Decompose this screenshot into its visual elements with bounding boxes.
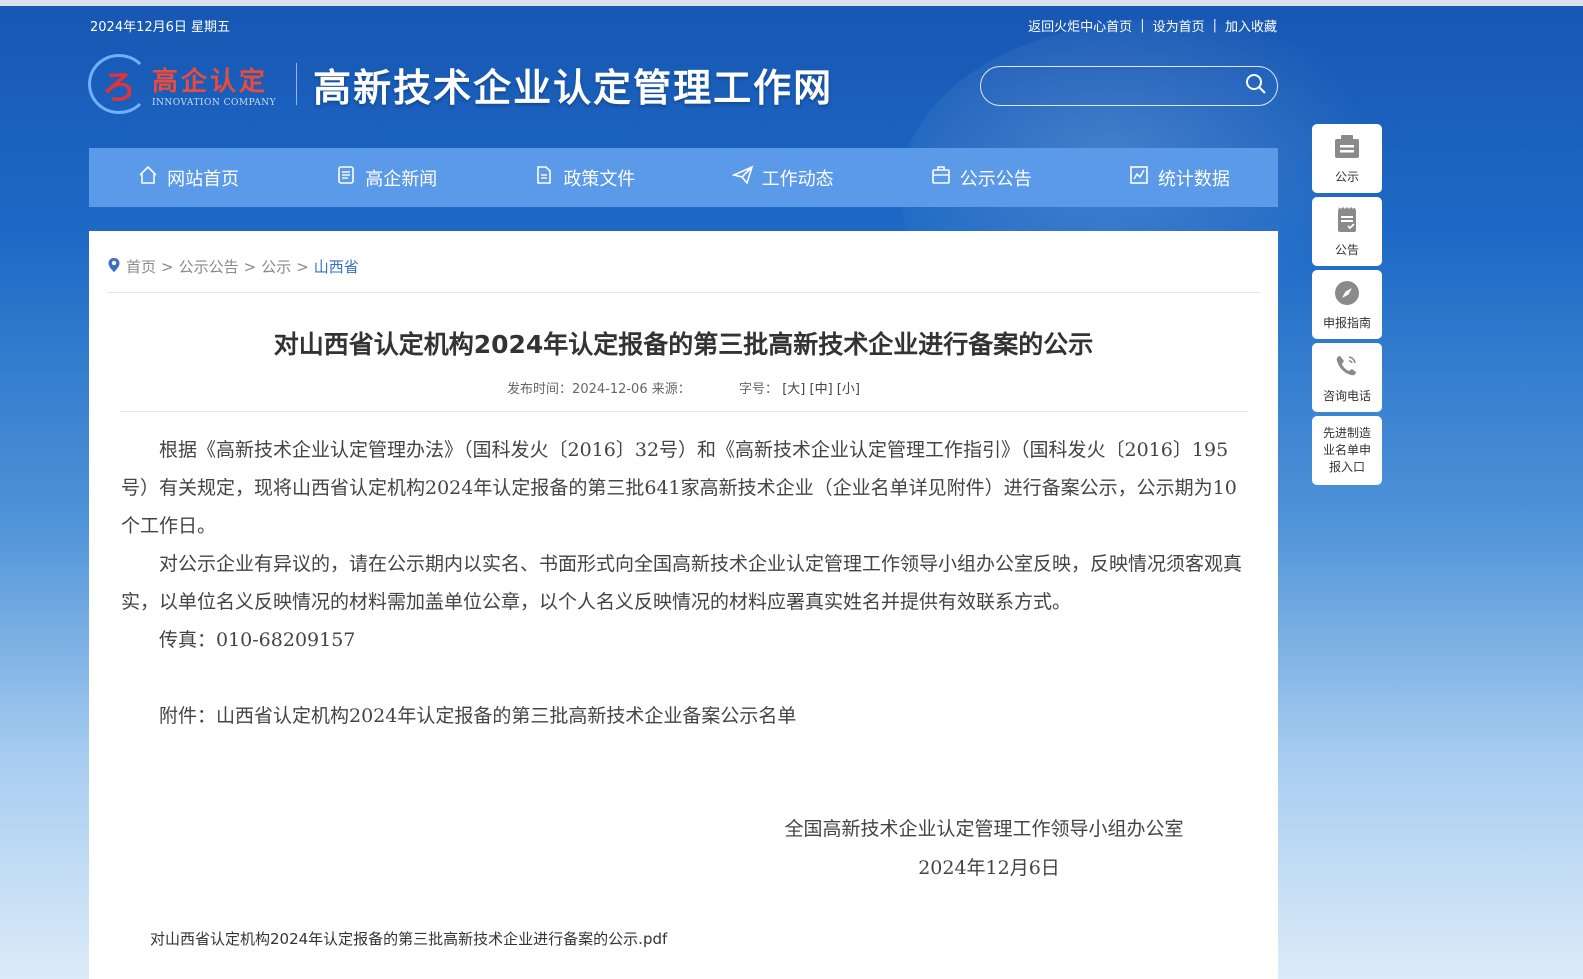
nav-item-label: 政策文件 [563,168,636,190]
source-label: 来源： [651,382,691,397]
link-separator: | [1140,18,1145,33]
search-input[interactable] [997,73,1237,99]
top-links: 返回火炬中心首页 | 设为首页 | 加入收藏 [1028,16,1277,35]
fax-number: 传真：010-68209157 [159,629,356,651]
compass-icon [1331,278,1363,314]
news-icon [335,164,357,191]
side-btn-hotline[interactable]: 咨询电话 [1312,343,1382,412]
article-title: 对山西省认定机构2024年认定报备的第三批高新技术企业进行备案的公示 [273,330,1094,359]
signature-block: 全国高新技术企业认定管理工作领导小组办公室 2024年12月6日 [764,810,1204,888]
publish-label: 发布时间： [507,382,573,397]
attachment-note: 附件：山西省认定机构2024年认定报备的第三批高新技术企业备案公示名单 [159,705,797,727]
breadcrumb-separator: > [161,257,174,276]
current-date: 2024年12月6日 星期五 [90,20,231,35]
briefcase-icon [930,164,952,191]
nav-item-label: 统计数据 [1157,168,1230,190]
nav-item-statistics[interactable]: 统计数据 [1080,164,1278,191]
nav-item-news[interactable]: 高企新闻 [287,164,485,191]
breadcrumb-notice[interactable]: 公示 [261,256,291,277]
article-meta: 发布时间：2024-12-06 来源： 字号： [大] [中] [小] [89,378,1278,397]
link-separator: | [1212,18,1217,33]
pdf-attachment-link[interactable]: 对山西省认定机构2024年认定报备的第三批高新技术企业进行备案的公示.pdf [150,928,667,949]
logo-text: 高企认定 INNOVATION COMPANY [152,61,276,108]
side-btn-announcement[interactable]: 公告 [1312,197,1382,266]
breadcrumb-announcements[interactable]: 公示公告 [179,256,239,277]
nav-item-label: 网站首页 [167,168,240,190]
breadcrumb-separator: > [296,257,309,276]
logo-divider [296,63,298,105]
publish-date: 2024-12-06 [572,382,648,397]
font-size-small[interactable]: [小] [837,382,860,397]
side-btn-label: 咨询电话 [1322,389,1371,403]
meta-divider [119,411,1248,412]
article-body: 根据《高新技术企业认定管理办法》（国科发火〔2016〕32号）和《高新技术企业认… [121,431,1243,735]
nav-item-policy[interactable]: 政策文件 [485,164,683,191]
location-pin-icon [107,257,121,277]
side-quick-panel: 公示 公告 申报指南 咨询电话 先进制造业名单申报入口 [1312,124,1382,485]
side-btn-label: 申报指南 [1322,316,1371,330]
side-btn-label: 先进制造业名单申报入口 [1322,426,1371,474]
site-title: 高新技术企业认定管理工作网 [313,64,834,110]
clipboard-icon [1331,205,1363,241]
font-size-medium[interactable]: [中] [810,382,833,397]
breadcrumb: 首页 > 公示公告 > 公示 > 山西省 [107,256,359,277]
breadcrumb-divider [107,292,1260,293]
side-btn-label: 公示 [1334,170,1359,184]
nav-item-home[interactable]: 网站首页 [89,164,287,191]
breadcrumb-home[interactable]: 首页 [126,256,156,277]
home-icon [137,164,159,191]
main-nav: 网站首页 高企新闻 政策文件 工作动态 公示公告 统计数据 [89,148,1278,207]
article-container: 首页 > 公示公告 > 公示 > 山西省 对山西省认定机构2024年认定报备的第… [89,231,1278,979]
nav-item-announcements[interactable]: 公示公告 [882,164,1080,191]
nav-item-label: 公示公告 [959,168,1032,190]
link-set-homepage[interactable]: 设为首页 [1153,16,1205,35]
phone-icon [1331,351,1363,387]
nav-item-label: 高企新闻 [365,168,438,190]
font-size-label: 字号： [739,382,779,397]
document-icon [533,164,555,191]
logo-cn-text: 高企认定 [152,66,269,97]
logo-emblem-icon: ろ [88,54,150,114]
article-paragraph: 根据《高新技术企业认定管理办法》（国科发火〔2016〕32号）和《高新技术企业认… [121,439,1237,537]
font-size-large[interactable]: [大] [782,382,805,397]
side-btn-guide[interactable]: 申报指南 [1312,270,1382,339]
logo-en-text: INNOVATION COMPANY [152,97,277,108]
link-torch-center-home[interactable]: 返回火炬中心首页 [1028,16,1132,35]
side-btn-label: 公告 [1334,243,1359,257]
notice-board-icon [1331,132,1363,168]
nav-item-label: 工作动态 [761,168,834,190]
breadcrumb-current[interactable]: 山西省 [314,256,359,277]
article-paragraph: 对公示企业有异议的，请在公示期内以实名、书面形式向全国高新技术企业认定管理工作领… [121,553,1243,613]
chart-icon [1128,164,1150,191]
link-add-favorite[interactable]: 加入收藏 [1225,16,1277,35]
breadcrumb-separator: > [243,257,257,276]
signature-date: 2024年12月6日 [918,857,1060,879]
side-btn-advanced-manufacturing[interactable]: 先进制造业名单申报入口 [1312,416,1382,485]
side-btn-notice[interactable]: 公示 [1312,124,1382,193]
paper-plane-icon [731,164,754,191]
nav-item-work-updates[interactable]: 工作动态 [684,164,882,191]
search-box [980,66,1278,106]
signature-org: 全国高新技术企业认定管理工作领导小组办公室 [784,818,1184,840]
top-strip [0,0,1583,6]
site-logo[interactable]: ろ 高企认定 INNOVATION COMPANY 高新技术企业认定管理工作网 [88,54,833,114]
search-icon[interactable] [1245,73,1267,99]
